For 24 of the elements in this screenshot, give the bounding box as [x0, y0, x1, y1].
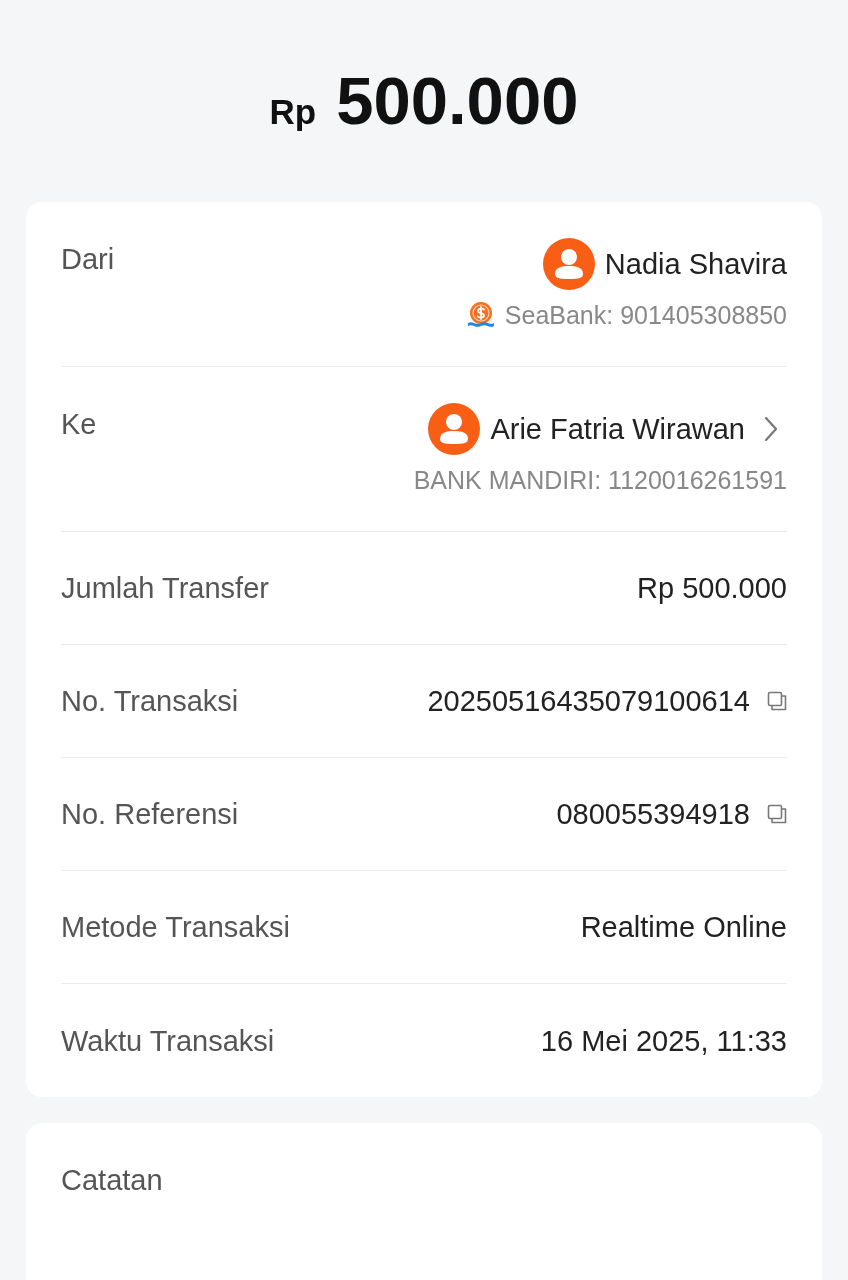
detail-label: Jumlah Transfer	[61, 571, 269, 606]
detail-value: 16 Mei 2025, 11:33	[540, 1023, 787, 1059]
detail-value: Realtime Online	[580, 910, 787, 945]
detail-label: Ke	[61, 407, 97, 442]
account-number: SeaBank: 901405308850	[504, 300, 787, 330]
detail-value: Rp 500.000	[637, 571, 787, 606]
detail-label: Metode Transaksi	[61, 910, 290, 945]
chevron-icon[interactable]	[764, 416, 778, 442]
copy-icon[interactable]	[767, 804, 787, 824]
amount-value: 500.000	[336, 63, 579, 138]
copy-icon[interactable]	[767, 691, 787, 711]
avatar-icon	[542, 238, 595, 290]
detail-value: 20250516435079100614	[427, 684, 750, 719]
detail-label: Waktu Transaksi	[61, 1023, 275, 1059]
party-name: Nadia Shavira	[604, 247, 787, 282]
party-name[interactable]: Arie Fatria Wirawan	[490, 411, 745, 447]
detail-label: No. Referensi	[61, 797, 239, 832]
account-number: BANK MANDIRI: 1120016261591	[413, 465, 787, 495]
notes-label: Catatan	[61, 1164, 163, 1196]
detail-label: No. Transaksi	[61, 684, 239, 719]
detail-label: Dari	[61, 242, 115, 277]
avatar-icon	[428, 403, 481, 455]
currency-label: Rp	[269, 92, 317, 131]
detail-value: 080055394918	[556, 797, 750, 832]
